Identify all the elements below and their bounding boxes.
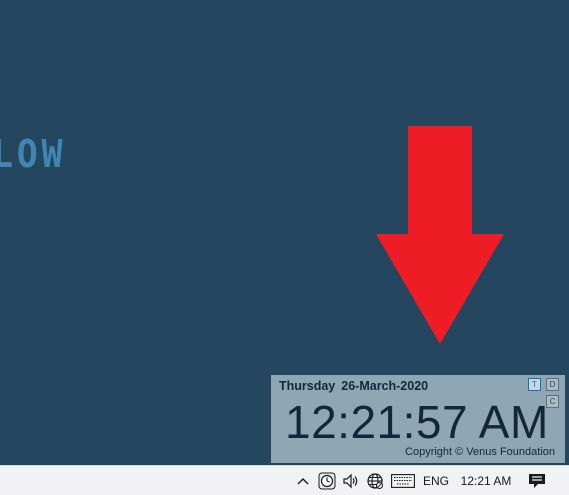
taskbar: ENG 12:21 AM xyxy=(0,465,569,495)
notification-icon[interactable] xyxy=(524,466,550,495)
clock-weekday: Thursday xyxy=(279,379,336,393)
widget-t-button[interactable]: T xyxy=(528,378,541,391)
clock-date: 26-March-2020 xyxy=(341,379,429,393)
clock-copyright: Copyright © Venus Foundation xyxy=(405,446,555,458)
widget-d-button[interactable]: D xyxy=(546,378,559,391)
keyboard-icon[interactable] xyxy=(389,466,417,495)
taskbar-clock[interactable]: 12:21 AM xyxy=(455,466,517,495)
clock-app-icon[interactable] xyxy=(316,466,338,495)
volume-icon[interactable] xyxy=(340,466,362,495)
clock-time: 12:21:57 AM xyxy=(285,396,549,448)
clock-widget[interactable]: Thursday 26-March-2020 T D C 12:21:57 AM … xyxy=(271,375,565,463)
language-indicator[interactable]: ENG xyxy=(420,466,452,495)
network-globe-icon[interactable] xyxy=(364,466,386,495)
clock-date-line: Thursday 26-March-2020 xyxy=(279,379,428,393)
chevron-up-icon[interactable] xyxy=(294,466,312,495)
desktop-background-text: LOW xyxy=(0,132,67,176)
red-arrow-down-icon xyxy=(376,126,504,344)
